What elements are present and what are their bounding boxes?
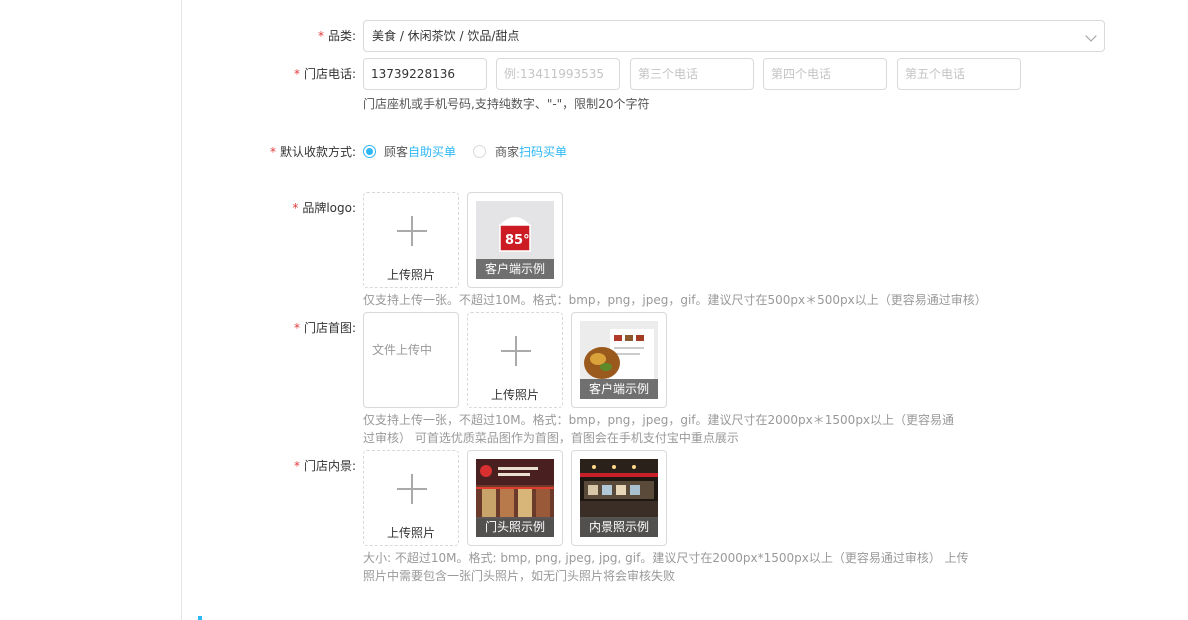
required-star: * [293,67,300,81]
required-star: * [269,145,276,159]
required-star: * [293,321,300,335]
cover-label: * 门店首图: [293,321,356,335]
svg-text:85°: 85° [505,233,530,248]
logo-example-image: 85° 客户端示例 [476,201,554,279]
upload-photo-label: 上传照片 [386,526,435,540]
payment-label: * 默认收款方式: [269,145,356,159]
storefront-example-image: 门头照示例 [476,459,554,537]
required-star: * [317,29,324,43]
interior-label: * 门店内景: [293,459,356,473]
storefront-example[interactable]: 门头照示例 [467,450,563,546]
interior-example-caption: 内景照示例 [580,517,658,537]
interior-hint-line1: 大小: 不超过10M。格式: bmp, png, jpeg, jpg, gif。… [363,551,969,565]
plus-icon [397,216,427,246]
content-left-border [181,0,182,620]
interior-upload-button[interactable]: 上传照片 [363,450,459,546]
upload-photo-label: 上传照片 [490,388,539,402]
cover-hint-line2: 过审核） 可首选优质菜品图作为首图，首图会在手机支付宝中重点展示 [363,431,739,445]
category-select[interactable]: 美食 / 休闲茶饮 / 饮品/甜点 [363,20,1105,52]
phone-input-1[interactable]: 13739228136 [363,58,487,90]
cover-upload-button[interactable]: 上传照片 [467,312,563,408]
logo-hint: 仅支持上传一张。不超过10M。格式：bmp，png，jpeg，gif。建议尺寸在… [363,293,987,307]
interior-example-image: 内景照示例 [580,459,658,537]
chevron-down-icon [1085,30,1097,42]
category-label: * 品类: [317,29,356,43]
scan-code-link[interactable]: 扫码买单 [519,145,567,159]
required-star: * [293,459,300,473]
logo-example[interactable]: 85° 客户端示例 [467,192,563,288]
cover-example[interactable]: 客户端示例 [571,312,667,408]
required-star: * [292,201,299,215]
cover-hint-line1: 仅支持上传一张，不超过10M。格式：bmp，png，jpeg，gif。建议尺寸在… [363,413,955,427]
payment-radio-self-checkout[interactable] [363,145,376,158]
upload-photo-label: 上传照片 [386,268,435,282]
phone-hint: 门店座机或手机号码,支持纯数字、"-"，限制20个字符 [363,97,650,111]
cover-example-image: 客户端示例 [580,321,658,399]
logo-label: * 品牌logo: [292,201,356,215]
self-checkout-link[interactable]: 自助买单 [408,145,456,159]
logo-upload-button[interactable]: 上传照片 [363,192,459,288]
phone-label: * 门店电话: [293,67,356,81]
phone-input-4[interactable]: 第四个电话 [763,58,887,90]
interior-hint-line2: 照片中需要包含一张门头照片，如无门头照片将会审核失败 [363,569,676,583]
next-section-marker [198,616,202,620]
cover-uploading-item: 文件上传中 [363,312,459,408]
payment-option-self-checkout[interactable]: 顾客自助买单 [384,143,456,161]
phone-input-2[interactable]: 例:13411993535 [496,58,620,90]
phone-input-3[interactable]: 第三个电话 [630,58,754,90]
phone-input-5[interactable]: 第五个电话 [897,58,1021,90]
logo-example-caption: 客户端示例 [476,259,554,279]
plus-icon [501,336,531,366]
payment-radio-scan-code[interactable] [473,145,486,158]
plus-icon [397,474,427,504]
uploading-status: 文件上传中 [372,343,433,357]
payment-option-scan-code[interactable]: 商家扫码买单 [495,143,567,161]
storefront-example-caption: 门头照示例 [476,517,554,537]
cover-example-caption: 客户端示例 [580,379,658,399]
interior-example[interactable]: 内景照示例 [571,450,667,546]
category-value: 美食 / 休闲茶饮 / 饮品/甜点 [372,29,520,43]
